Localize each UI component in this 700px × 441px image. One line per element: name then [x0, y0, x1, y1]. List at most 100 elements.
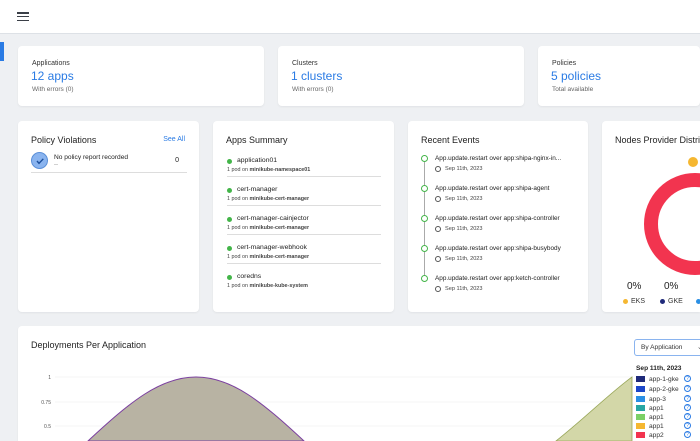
policies-label: Policies	[552, 60, 577, 67]
apps-summary-title: Apps Summary	[226, 135, 288, 145]
divider	[31, 172, 187, 173]
event-dot	[421, 275, 428, 282]
list-item[interactable]: application01 1 pod on minikube-namespac…	[227, 156, 381, 186]
app-pods: 1 pod on minikube-cert-manager	[227, 254, 310, 260]
legend-swatch	[636, 414, 645, 421]
app-pods: 1 pod on minikube-namespace01	[227, 167, 311, 173]
group-by-dropdown[interactable]: By Application ⌄	[634, 339, 700, 356]
timeline-line	[424, 222, 425, 245]
applications-count[interactable]: 12 apps	[31, 69, 74, 83]
clock-icon	[435, 256, 441, 262]
event-title[interactable]: App.update.restart over app:shipa-busybo…	[435, 245, 561, 252]
event-date: Sep 11th, 2023	[445, 226, 483, 232]
applications-errors: With errors (0)	[32, 86, 74, 93]
legend-item[interactable]: app-3 ?	[636, 395, 691, 405]
list-item[interactable]: coredns 1 pod on minikube-kube-system	[227, 272, 381, 302]
legend-dot-gke	[660, 298, 665, 304]
legend-item[interactable]: app1 ?	[636, 404, 691, 414]
app-name[interactable]: cert-manager-webhook	[237, 244, 307, 251]
donut-chart	[644, 157, 700, 275]
help-icon[interactable]: ?	[684, 385, 691, 392]
timeline-line	[424, 252, 425, 275]
nodes-provider-card: Nodes Provider Distrib 0% 0% EKS GKE	[602, 121, 700, 312]
list-item[interactable]: App.update.restart over app:shipa-busybo…	[421, 245, 581, 275]
legend-eks[interactable]: EKS	[623, 298, 645, 305]
app-name[interactable]: application01	[237, 157, 277, 164]
legend-dot-eks	[623, 298, 628, 304]
legend-swatch	[636, 386, 645, 393]
legend-gke[interactable]: GKE	[660, 298, 683, 305]
status-dot	[227, 275, 232, 280]
status-dot	[227, 159, 232, 164]
event-dot	[421, 185, 428, 192]
clusters-card[interactable]: Clusters 1 clusters With errors (0)	[278, 46, 524, 106]
list-item[interactable]: cert-manager-webhook 1 pod on minikube-c…	[227, 243, 381, 273]
legend-item[interactable]: app2 ?	[636, 431, 691, 441]
eks-percent: 0%	[627, 281, 642, 292]
divider	[227, 263, 381, 264]
app-name[interactable]: cert-manager-cainjector	[237, 215, 309, 222]
policy-violations-card: Policy Violations See All No policy repo…	[18, 121, 199, 312]
event-date: Sep 11th, 2023	[445, 286, 483, 292]
help-icon[interactable]: ?	[684, 395, 691, 402]
help-icon[interactable]: ?	[684, 413, 691, 420]
deployments-title: Deployments Per Application	[31, 340, 147, 350]
legend-swatch	[636, 376, 645, 383]
legend-item[interactable]: app1 ?	[636, 413, 691, 423]
help-icon[interactable]: ?	[684, 431, 691, 438]
legend-swatch	[636, 432, 645, 439]
applications-card[interactable]: Applications 12 apps With errors (0)	[18, 46, 264, 106]
apps-summary-card: Apps Summary application01 1 pod on mini…	[213, 121, 394, 312]
help-icon[interactable]: ?	[684, 422, 691, 429]
help-icon[interactable]: ?	[684, 404, 691, 411]
legend-item[interactable]: app-1-gke ?	[636, 375, 691, 385]
app-name[interactable]: coredns	[237, 273, 261, 280]
divider	[227, 234, 381, 235]
clock-icon	[435, 226, 441, 232]
event-date: Sep 11th, 2023	[445, 256, 483, 262]
list-item[interactable]: App.update.restart over app:shipa-nginx-…	[421, 155, 581, 185]
status-dot	[227, 246, 232, 251]
event-date: Sep 11th, 2023	[445, 196, 483, 202]
event-title[interactable]: App.update.restart over app:ketch-contro…	[435, 275, 560, 282]
list-item[interactable]: App.update.restart over app:shipa-agent …	[421, 185, 581, 215]
clock-icon	[435, 166, 441, 172]
donut-ring	[644, 173, 700, 275]
help-icon[interactable]: ?	[684, 375, 691, 382]
policy-violations-title: Policy Violations	[31, 135, 97, 145]
list-item[interactable]: cert-manager 1 pod on minikube-cert-mana…	[227, 185, 381, 215]
clusters-errors: With errors (0)	[292, 86, 334, 93]
dropdown-value: By Application	[641, 344, 683, 351]
legend-item[interactable]: app1 ?	[636, 422, 691, 432]
policies-total: Total available	[552, 86, 594, 93]
see-all-link[interactable]: See All	[163, 136, 185, 143]
status-dot	[227, 217, 232, 222]
top-bar	[0, 0, 700, 34]
policies-card[interactable]: Policies 5 policies Total available	[538, 46, 700, 106]
legend-item[interactable]: app-2-gke ?	[636, 385, 691, 395]
clusters-label: Clusters	[292, 60, 318, 67]
clusters-count[interactable]: 1 clusters	[291, 69, 342, 83]
recent-events-title: Recent Events	[421, 135, 480, 145]
menu-icon[interactable]	[17, 12, 29, 22]
divider	[227, 176, 381, 177]
gke-percent: 0%	[664, 281, 679, 292]
policy-report-text: No policy report recorded	[54, 154, 129, 161]
event-title[interactable]: App.update.restart over app:shipa-agent	[435, 185, 549, 192]
app-pods: 1 pod on minikube-cert-manager	[227, 196, 310, 202]
policy-report-dash: --	[54, 162, 58, 168]
event-title[interactable]: App.update.restart over app:shipa-nginx-…	[435, 155, 561, 162]
deployments-card: Deployments Per Application	[18, 326, 700, 441]
app-name[interactable]: cert-manager	[237, 186, 277, 193]
event-title[interactable]: App.update.restart over app:shipa-contro…	[435, 215, 560, 222]
policies-count[interactable]: 5 policies	[551, 69, 601, 83]
clock-icon	[435, 196, 441, 202]
timeline-line	[424, 192, 425, 215]
list-item[interactable]: cert-manager-cainjector 1 pod on minikub…	[227, 214, 381, 244]
legend-swatch	[636, 405, 645, 412]
check-icon	[31, 152, 48, 169]
list-item[interactable]: App.update.restart over app:ketch-contro…	[421, 275, 581, 305]
event-date: Sep 11th, 2023	[445, 166, 483, 172]
list-item[interactable]: App.update.restart over app:shipa-contro…	[421, 215, 581, 245]
legend-swatch	[636, 423, 645, 430]
